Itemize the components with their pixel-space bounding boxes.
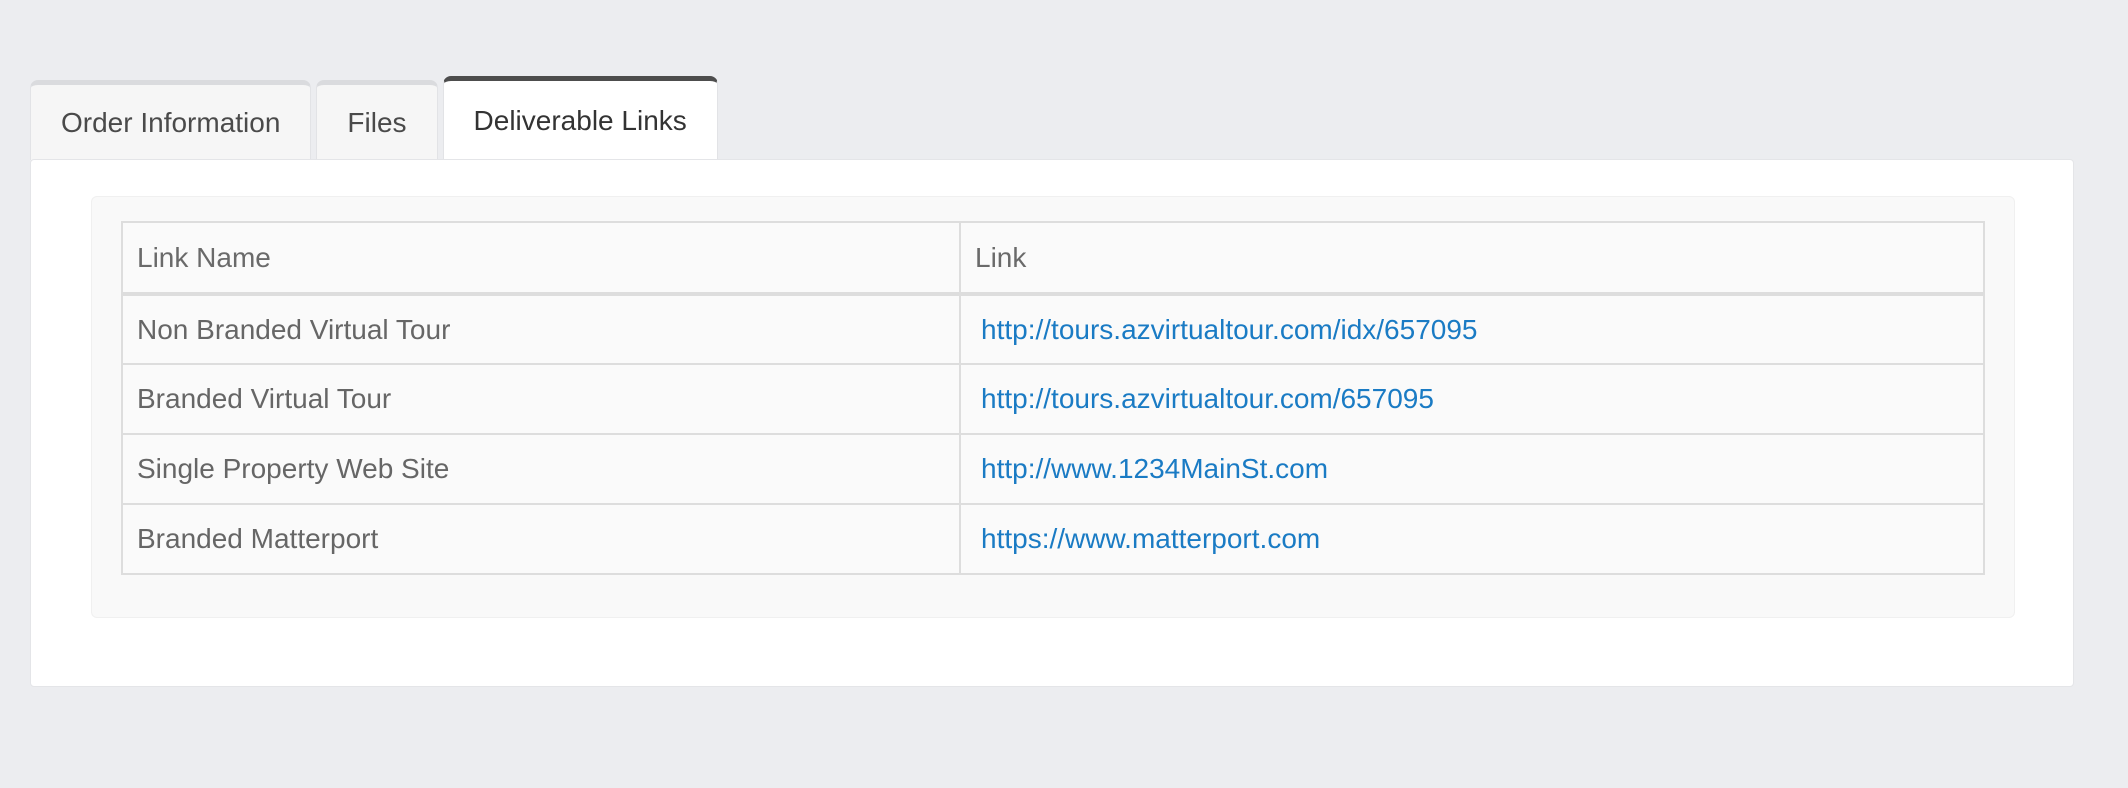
- link-cell: http://tours.azvirtualtour.com/idx/65709…: [959, 293, 1985, 365]
- column-header-link: Link: [959, 221, 1985, 296]
- table-row: Branded Virtual Tour http://tours.azvirt…: [121, 363, 1985, 435]
- deliverable-links-table: Link Name Link Non Branded Virtual Tour …: [121, 221, 1985, 575]
- link-name-cell: Branded Virtual Tour: [121, 363, 961, 435]
- tab-deliverable-links[interactable]: Deliverable Links: [442, 76, 718, 160]
- link-name-cell: Non Branded Virtual Tour: [121, 293, 961, 365]
- link-name-cell: Single Property Web Site: [121, 433, 961, 505]
- deliverable-links-well: Link Name Link Non Branded Virtual Tour …: [91, 196, 2015, 618]
- link-cell: http://www.1234MainSt.com: [959, 433, 1985, 505]
- tab-order-information[interactable]: Order Information: [30, 80, 312, 160]
- deliverable-link[interactable]: https://www.matterport.com: [981, 523, 1320, 554]
- table-row: Single Property Web Site http://www.1234…: [121, 433, 1985, 505]
- deliverable-link[interactable]: http://tours.azvirtualtour.com/657095: [981, 383, 1434, 414]
- link-cell: https://www.matterport.com: [959, 503, 1985, 575]
- tab-label: Order Information: [61, 106, 281, 138]
- tab-bar: Order Information Files Deliverable Link…: [30, 76, 723, 160]
- table-header-row: Link Name Link: [121, 221, 1985, 296]
- tab-content-panel: Link Name Link Non Branded Virtual Tour …: [30, 159, 2074, 687]
- tab-label: Deliverable Links: [473, 104, 687, 136]
- table-row: Branded Matterport https://www.matterpor…: [121, 503, 1985, 575]
- column-header-link-name: Link Name: [121, 221, 961, 296]
- link-cell: http://tours.azvirtualtour.com/657095: [959, 363, 1985, 435]
- deliverable-link[interactable]: http://tours.azvirtualtour.com/idx/65709…: [981, 314, 1478, 345]
- table-row: Non Branded Virtual Tour http://tours.az…: [121, 293, 1985, 365]
- link-name-cell: Branded Matterport: [121, 503, 961, 575]
- deliverable-link[interactable]: http://www.1234MainSt.com: [981, 453, 1328, 484]
- tab-files[interactable]: Files: [316, 80, 438, 160]
- tab-label: Files: [347, 106, 407, 138]
